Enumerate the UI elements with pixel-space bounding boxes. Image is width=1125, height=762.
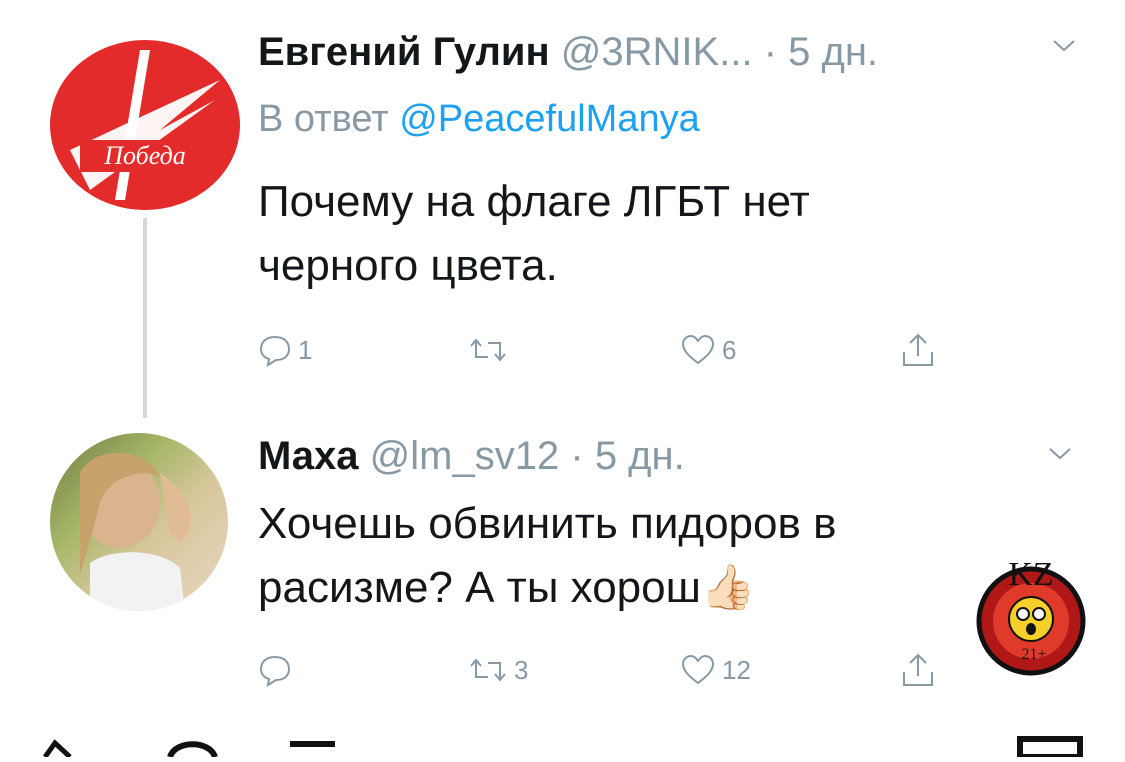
tweet2-text-line1: Хочешь обвинить пидоров в bbox=[258, 499, 837, 548]
retweet-button[interactable]: 3 bbox=[468, 650, 528, 690]
author-handle[interactable]: @3RNIK... bbox=[561, 30, 753, 74]
chevron-down-icon[interactable] bbox=[1052, 38, 1076, 54]
tweet1-text-line2: черного цвета. bbox=[258, 241, 558, 290]
tweet-time[interactable]: 5 дн. bbox=[788, 30, 878, 74]
retweet-button[interactable] bbox=[468, 330, 514, 370]
separator-dot: · bbox=[570, 434, 584, 478]
tweet-time[interactable]: 5 дн. bbox=[595, 434, 685, 478]
tweet2-text-line2: расизме? А ты хорош👍🏻 bbox=[258, 556, 836, 620]
tweet2-header: Маха @lm_sv12 · 5 дн. bbox=[258, 434, 685, 479]
notifications-icon bbox=[290, 741, 335, 747]
share-icon bbox=[903, 653, 933, 686]
tweet2-text-line2-words: расизме? А ты хорош bbox=[258, 563, 701, 612]
reply-icon bbox=[259, 335, 291, 367]
reply-context: В ответ @PeacefulManya bbox=[258, 98, 700, 141]
share-icon bbox=[903, 333, 933, 366]
search-icon bbox=[167, 741, 218, 759]
tweet1-actions: 1 6 bbox=[258, 330, 958, 370]
tweet2-actions: 3 12 bbox=[258, 650, 958, 690]
reply-button[interactable]: 1 bbox=[258, 330, 312, 370]
like-icon bbox=[681, 334, 715, 365]
tweet1-text: Почему на флаге ЛГБТ нет черного цвета. bbox=[258, 170, 810, 298]
share-button[interactable] bbox=[901, 330, 935, 370]
like-button[interactable]: 12 bbox=[680, 650, 751, 690]
thumbs-up-emoji: 👍🏻 bbox=[700, 563, 756, 612]
avatar-makha[interactable] bbox=[50, 433, 228, 611]
svg-text:Победа: Победа bbox=[103, 141, 186, 170]
bottom-tab-bar-cropped bbox=[0, 735, 1125, 760]
like-count: 6 bbox=[722, 334, 737, 365]
like-icon bbox=[681, 654, 715, 685]
share-button[interactable] bbox=[901, 650, 935, 690]
profile-photo-icon bbox=[80, 452, 191, 611]
like-count: 12 bbox=[722, 654, 751, 685]
reply-prefix: В ответ bbox=[258, 98, 389, 140]
reply-count: 1 bbox=[298, 334, 313, 365]
reply-mention-link[interactable]: @PeacefulManya bbox=[399, 98, 700, 140]
author-handle[interactable]: @lm_sv12 bbox=[370, 434, 560, 478]
avatar-pobeda[interactable]: Победа bbox=[50, 40, 240, 210]
reply-button[interactable] bbox=[258, 650, 298, 690]
like-button[interactable]: 6 bbox=[680, 330, 736, 370]
tweet1-text-line1: Почему на флаге ЛГБТ нет bbox=[258, 177, 810, 226]
messages-icon bbox=[1017, 736, 1083, 760]
svg-text:KZ: KZ bbox=[1008, 557, 1053, 593]
home-icon bbox=[42, 739, 72, 759]
author-name[interactable]: Маха bbox=[258, 434, 359, 478]
tweet2-text: Хочешь обвинить пидоров в расизме? А ты … bbox=[258, 492, 836, 620]
separator-dot: · bbox=[763, 30, 778, 74]
retweet-icon bbox=[470, 338, 506, 362]
retweet-count: 3 bbox=[514, 654, 529, 685]
pobeda-logo-icon: Победа bbox=[70, 50, 220, 200]
reply-icon bbox=[259, 655, 291, 687]
author-name[interactable]: Евгений Гулин bbox=[258, 30, 550, 74]
svg-text:21+: 21+ bbox=[1021, 646, 1046, 663]
chevron-down-icon[interactable] bbox=[1048, 446, 1072, 462]
retweet-icon bbox=[470, 658, 506, 682]
thread-connector-line bbox=[143, 218, 147, 418]
kz-watermark-logo: KZ 21+ bbox=[958, 556, 1104, 677]
tweet1-header: Евгений Гулин @3RNIK... · 5 дн. bbox=[258, 30, 878, 75]
